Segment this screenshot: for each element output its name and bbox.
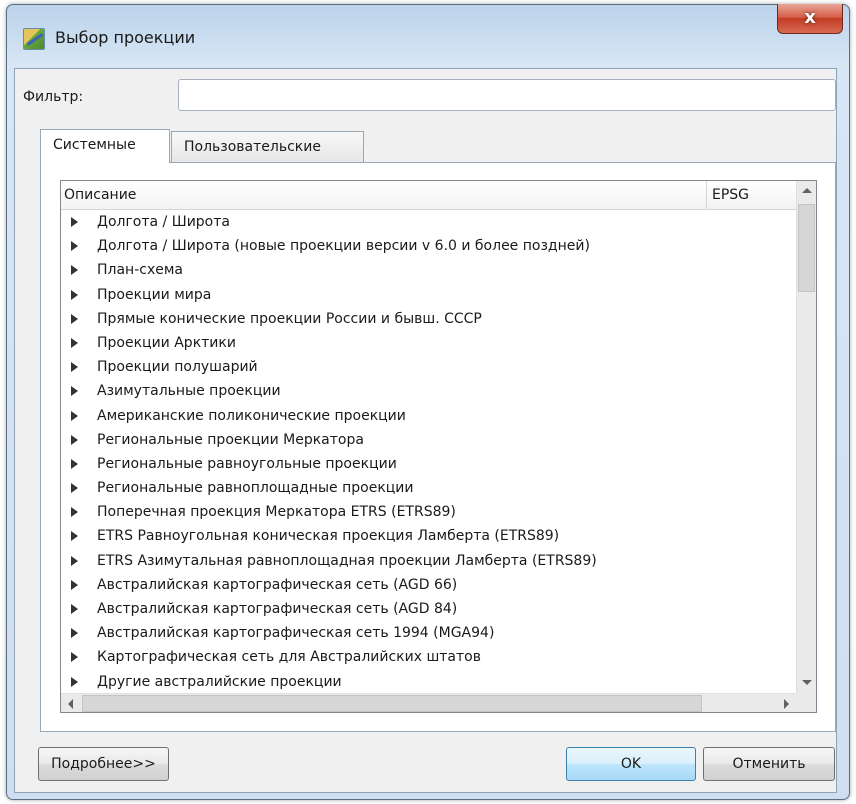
window-title: Выбор проекции [55, 28, 196, 47]
scroll-right-button[interactable] [776, 694, 796, 712]
tree-row[interactable]: Региональные равноугольные проекции [61, 452, 796, 476]
arrow-down-icon [802, 680, 812, 685]
tree-row-label: Проекции полушарий [97, 359, 258, 376]
expand-arrow-icon[interactable] [71, 265, 78, 276]
expand-arrow-icon[interactable] [71, 604, 78, 614]
tree-row-label: Проекции Арктики [97, 334, 236, 351]
tree-row-label: ETRS Азимутальная равноплощадная проекци… [97, 552, 597, 569]
expand-arrow-icon[interactable] [71, 410, 78, 421]
expand-arrow-icon[interactable] [71, 628, 78, 639]
tree-row-label: Американские поликонические проекции [97, 407, 406, 424]
tree-row[interactable]: ETRS Равноугольная коническая проекция Л… [61, 524, 796, 548]
column-header-description[interactable]: Описание [64, 187, 136, 203]
tree-row[interactable]: Долгота / Широта (новые проекции версии … [61, 234, 796, 258]
expand-arrow-icon[interactable] [71, 579, 78, 590]
arrow-left-icon [68, 699, 73, 709]
expand-arrow-icon[interactable] [71, 289, 78, 300]
tree-row-label: Проекции мира [97, 286, 212, 303]
tree-row-label: Поперечная проекция Меркатора ETRS (ETRS… [97, 504, 456, 521]
title-bar[interactable]: Выбор проекции x [7, 4, 849, 77]
expand-arrow-icon[interactable] [71, 458, 78, 469]
horizontal-scrollbar[interactable] [61, 693, 796, 712]
app-map-icon [23, 28, 45, 50]
tree-row[interactable]: Австралийская картографическая сеть (AGD… [61, 573, 796, 597]
tree-row[interactable]: Прямые конические проекции России и бывш… [61, 307, 796, 331]
expand-arrow-icon[interactable] [71, 386, 78, 397]
tree-row[interactable]: Американские поликонические проекции [61, 404, 796, 428]
scroll-down-button[interactable] [797, 673, 816, 693]
tree-row-label: ETRS Равноугольная коническая проекция Л… [97, 528, 560, 545]
expand-arrow-icon[interactable] [71, 434, 78, 445]
tree-rows: Долгота / Широта Долгота / Широта (новые… [61, 210, 796, 693]
filter-input[interactable] [178, 79, 836, 111]
expand-arrow-icon[interactable] [71, 217, 78, 227]
projection-tree[interactable]: Описание EPSG Долгота / Широта Долгота /… [60, 180, 817, 713]
arrow-right-icon [784, 699, 789, 709]
scroll-up-button[interactable] [797, 181, 816, 201]
tree-header: Описание EPSG [61, 181, 796, 210]
scroll-left-button[interactable] [61, 694, 81, 712]
expand-arrow-icon[interactable] [71, 313, 78, 324]
tree-row[interactable]: Региональные проекции Меркатора [61, 428, 796, 452]
expand-arrow-icon[interactable] [71, 362, 78, 373]
tree-row[interactable]: Региональные равноплощадные проекции [61, 476, 796, 500]
tree-row[interactable]: Картографическая сеть для Австралийских … [61, 645, 796, 669]
tree-row-label: План-схема [97, 262, 183, 279]
tree-row-label: Другие австралийские проекции [97, 673, 342, 690]
close-button[interactable]: x [777, 4, 843, 34]
tree-row[interactable]: Австралийская картографическая сеть (AGD… [61, 597, 796, 621]
tree-row[interactable]: Проекции полушарий [61, 355, 796, 379]
tree-row[interactable]: Долгота / Широта [61, 210, 796, 234]
tree-row-label: Австралийская картографическая сеть (AGD… [97, 601, 458, 617]
vertical-scroll-thumb[interactable] [798, 204, 815, 292]
tree-row-label: Прямые конические проекции России и бывш… [97, 310, 482, 327]
tab-user[interactable]: Пользовательские [171, 131, 364, 163]
tree-row[interactable]: ETRS Азимутальная равноплощадная проекци… [61, 549, 796, 573]
tree-row[interactable]: Австралийская картографическая сеть 1994… [61, 621, 796, 645]
tree-row-label: Региональные равноплощадные проекции [97, 480, 414, 497]
tree-row[interactable]: Азимутальные проекции [61, 379, 796, 403]
filter-label: Фильтр: [23, 89, 84, 105]
tree-row-label: Региональные равноугольные проекции [97, 455, 397, 472]
tree-row[interactable]: Поперечная проекция Меркатора ETRS (ETRS… [61, 500, 796, 524]
expand-arrow-icon[interactable] [71, 652, 78, 663]
tree-row[interactable]: Проекции Арктики [61, 331, 796, 355]
tab-system[interactable]: Системные [40, 129, 170, 163]
expand-arrow-icon[interactable] [71, 337, 78, 348]
tree-row[interactable]: План-схема [61, 258, 796, 282]
tree-row-label: Долгота / Широта [97, 214, 230, 230]
tree-row-label: Картографическая сеть для Австралийских … [97, 649, 481, 666]
horizontal-scroll-thumb[interactable] [82, 695, 702, 712]
column-header-epsg[interactable]: EPSG [706, 181, 796, 209]
expand-arrow-icon[interactable] [71, 531, 78, 542]
cancel-button[interactable]: Отменить [703, 747, 835, 781]
details-button[interactable]: Подробнее>> [38, 747, 169, 781]
tree-row-label: Долгота / Широта (новые проекции версии … [97, 238, 590, 255]
tree-row[interactable]: Другие австралийские проекции [61, 670, 796, 693]
expand-arrow-icon[interactable] [71, 676, 78, 687]
vertical-scrollbar[interactable] [796, 181, 816, 693]
tree-row-label: Региональные проекции Меркатора [97, 431, 364, 448]
tree-row-label: Азимутальные проекции [97, 383, 281, 400]
tree-row-label: Австралийская картографическая сеть 1994… [97, 625, 495, 642]
expand-arrow-icon[interactable] [71, 507, 78, 518]
ok-button[interactable]: OK [566, 747, 696, 781]
tree-row-label: Австралийская картографическая сеть (AGD… [97, 576, 458, 593]
expand-arrow-icon[interactable] [71, 241, 78, 252]
arrow-up-icon [802, 188, 812, 193]
tree-row[interactable]: Проекции мира [61, 283, 796, 307]
expand-arrow-icon[interactable] [71, 483, 78, 494]
scrollbar-corner [796, 693, 816, 712]
expand-arrow-icon[interactable] [71, 555, 78, 566]
